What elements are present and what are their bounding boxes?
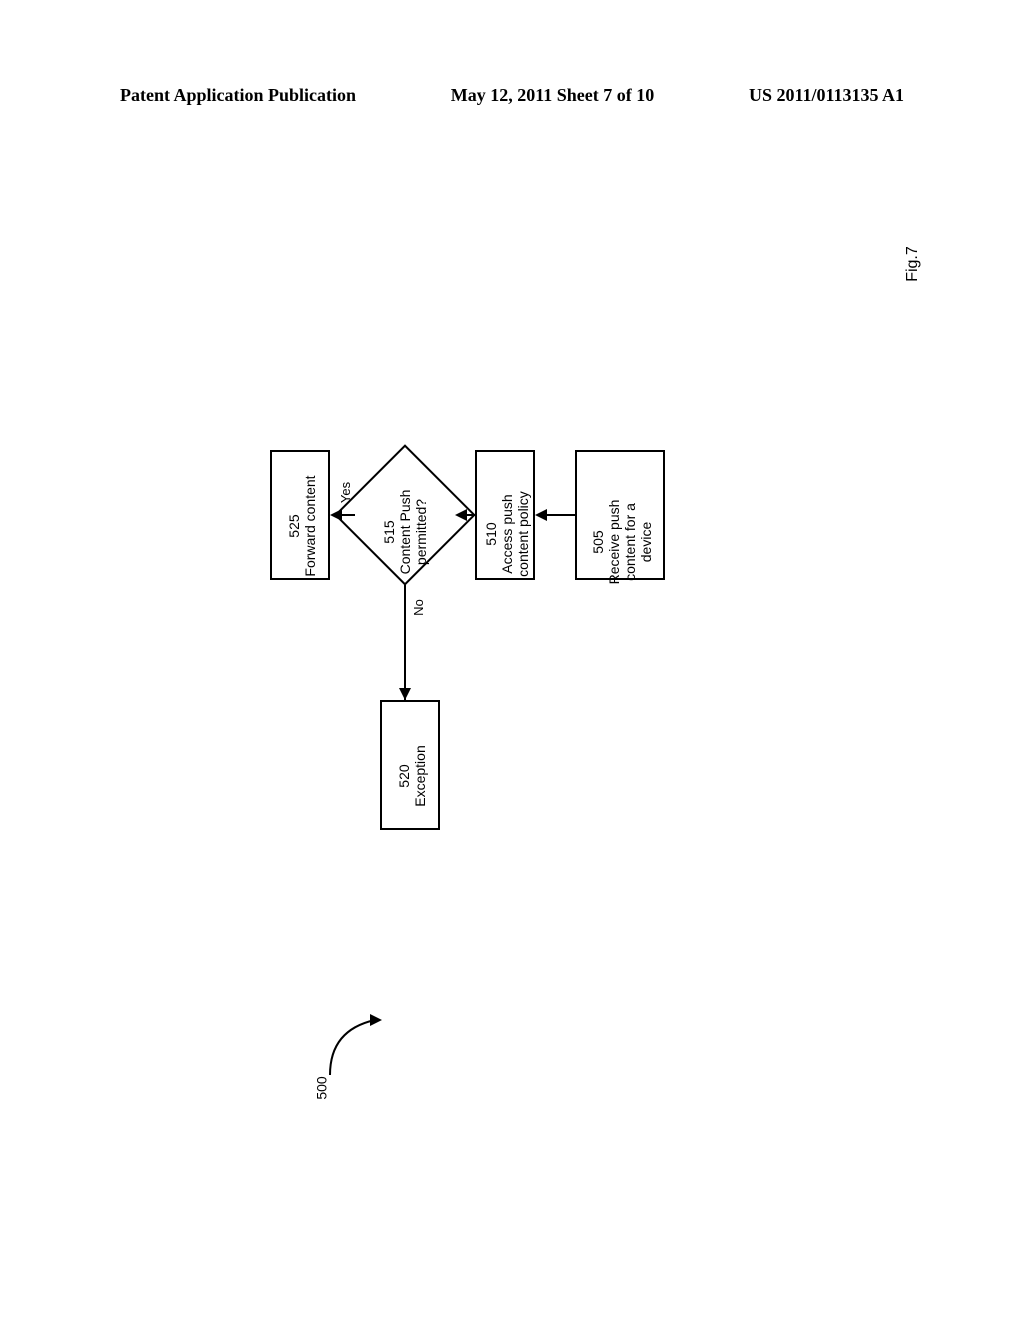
box-525-forward: 525 Forward content [270, 450, 330, 580]
box-505-line1: Receive push [606, 500, 622, 585]
label-yes: Yes [335, 485, 356, 500]
curve-arrow-500 [320, 1010, 400, 1085]
box-505-receive-push: 505 Receive push content for a device [575, 450, 665, 580]
box-505-line3: device [638, 522, 654, 562]
header-left: Patent Application Publication [120, 85, 356, 106]
box-510-line1: Access push [499, 494, 515, 573]
diamond-515-text: 515 Content Push permitted? [350, 470, 460, 560]
box-510-line2: content policy [515, 491, 531, 577]
box-520-num: 520 [396, 764, 412, 787]
arrow-head-505-to-510 [535, 509, 547, 521]
header-right: US 2011/0113135 A1 [749, 85, 904, 106]
box-510-access-policy: 510 Access push content policy [475, 450, 535, 580]
box-520-line1: Exception [412, 745, 428, 806]
arrow-head-515-to-525 [330, 509, 342, 521]
box-510-num: 510 [483, 522, 499, 545]
figure-label: Fig.7 [904, 246, 922, 282]
box-505-num: 505 [590, 530, 606, 553]
box-505-line2: content for a [622, 503, 638, 581]
label-no: No [410, 600, 427, 615]
arrow-515-to-520 [404, 585, 406, 700]
header-center: May 12, 2011 Sheet 7 of 10 [451, 85, 654, 106]
box-520-exception: 520 Exception [380, 700, 440, 830]
arrow-head-515-to-520 [399, 688, 411, 700]
box-525-line1: Forward content [302, 475, 318, 576]
reference-500: 500 [314, 1076, 330, 1099]
diamond-515-line1: Content Push [397, 490, 413, 575]
box-525-num: 525 [286, 514, 302, 537]
page-header: Patent Application Publication May 12, 2… [0, 85, 1024, 106]
diamond-515-num: 515 [381, 520, 397, 543]
diamond-515-line2: permitted? [413, 499, 429, 565]
